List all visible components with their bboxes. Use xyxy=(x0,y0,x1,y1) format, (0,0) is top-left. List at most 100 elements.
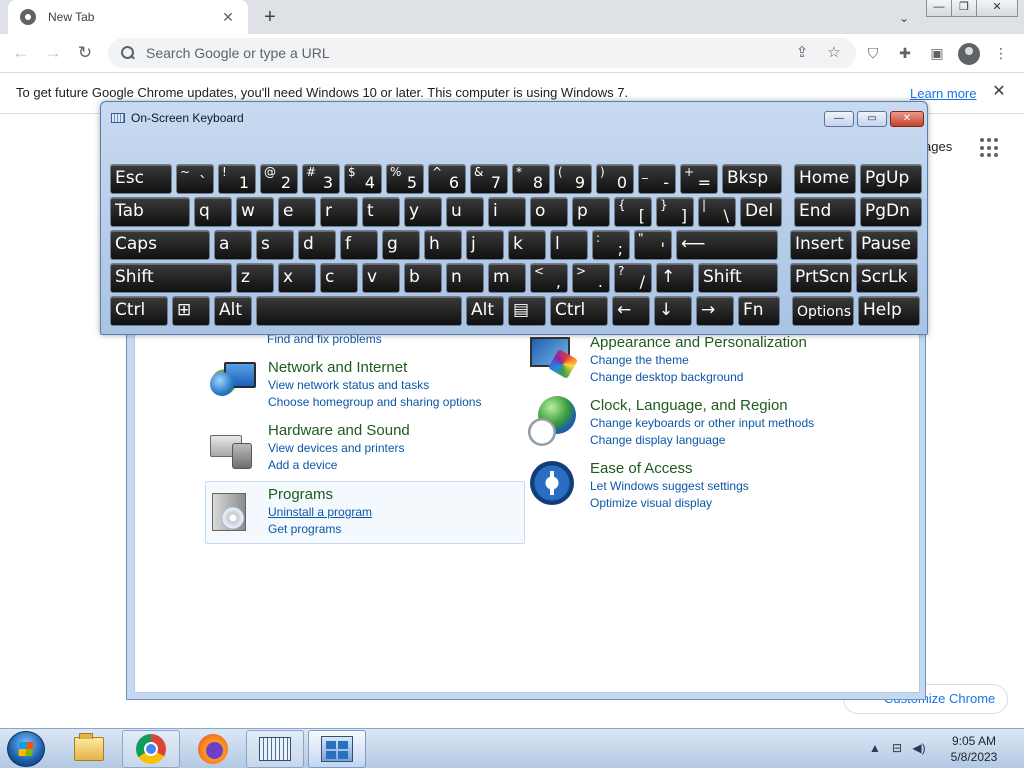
infobar-close-icon[interactable]: ✕ xyxy=(990,83,1008,101)
key-rctrl[interactable]: Ctrl xyxy=(550,296,608,326)
category-title[interactable]: Hardware and Sound xyxy=(268,421,410,440)
key-2[interactable]: @2 xyxy=(260,164,298,194)
omnibox-placeholder[interactable]: Search Google or type a URL xyxy=(146,45,856,61)
network-globe-icon[interactable] xyxy=(206,358,258,410)
key-1[interactable]: ! 1 xyxy=(218,164,256,194)
side-panel-icon[interactable]: ▣ xyxy=(926,42,948,64)
images-link[interactable]: ages xyxy=(924,139,952,154)
category-link[interactable]: Change the theme xyxy=(590,352,807,369)
category-link[interactable]: Optimize visual display xyxy=(590,495,749,512)
key-backtick[interactable]: ~ ` xyxy=(176,164,214,194)
category-link[interactable]: Add a device xyxy=(268,457,410,474)
key-m[interactable]: m xyxy=(488,263,526,293)
key-scrlk[interactable]: ScrLk xyxy=(856,263,918,293)
key-5[interactable]: % 5 xyxy=(386,164,424,194)
category-link[interactable]: Change desktop background xyxy=(590,369,807,386)
key-6[interactable]: ^ 6 xyxy=(428,164,466,194)
key-slash[interactable]: ? / xyxy=(614,263,652,293)
key-caps[interactable]: Caps xyxy=(110,230,210,260)
key-j[interactable]: j xyxy=(466,230,504,260)
key-options[interactable]: Options xyxy=(792,296,854,326)
profile-avatar-icon[interactable] xyxy=(958,43,980,65)
category-title[interactable]: Programs xyxy=(268,485,372,504)
key-v[interactable]: v xyxy=(362,263,400,293)
key-z[interactable]: z xyxy=(236,263,274,293)
tab-new-tab[interactable]: New Tab ✕ xyxy=(8,0,248,34)
minimize-button[interactable]: — xyxy=(926,0,952,17)
close-icon[interactable]: ✕ xyxy=(220,9,236,25)
extensions-puzzle-icon[interactable]: ✚ xyxy=(894,42,916,64)
category-title[interactable]: Appearance and Personalization xyxy=(590,333,807,352)
key-g[interactable]: g xyxy=(382,230,420,260)
tab-search-button[interactable]: ⌄ xyxy=(894,8,914,28)
osk-minimize-button[interactable]: — xyxy=(824,111,854,127)
programs-disc-icon[interactable] xyxy=(206,485,258,537)
key-fn[interactable]: Fn xyxy=(738,296,780,326)
appearance-palette-icon[interactable] xyxy=(528,333,580,385)
key-esc[interactable]: Esc xyxy=(110,164,172,194)
volume-icon[interactable]: ◀) xyxy=(910,739,928,757)
category-title[interactable]: Network and Internet xyxy=(268,358,481,377)
key-p[interactable]: p xyxy=(572,197,610,227)
bookmark-star-icon[interactable]: ☆ xyxy=(822,38,846,68)
category-link[interactable]: Change keyboards or other input methods xyxy=(590,415,814,432)
key-comma[interactable]: <, xyxy=(530,263,568,293)
key-i[interactable]: i xyxy=(488,197,526,227)
network-icon[interactable]: ⊟ xyxy=(888,739,906,757)
uninstall-program-link[interactable]: Uninstall a program xyxy=(268,504,372,521)
apps-grid-icon[interactable] xyxy=(980,138,1000,158)
key-rbracket[interactable]: }] xyxy=(656,197,694,227)
category-link[interactable]: Choose homegroup and sharing options xyxy=(268,394,481,411)
key-help[interactable]: Help xyxy=(858,296,920,326)
key-9[interactable]: (9 xyxy=(554,164,592,194)
close-window-button[interactable]: ✕ xyxy=(976,0,1018,17)
key-y[interactable]: y xyxy=(404,197,442,227)
key-backspace[interactable]: Bksp xyxy=(722,164,782,194)
key-right[interactable]: → xyxy=(696,296,734,326)
key-enter[interactable]: ⟵ xyxy=(676,230,778,260)
start-button[interactable] xyxy=(7,731,45,767)
taskbar-on-screen-keyboard[interactable] xyxy=(246,730,304,768)
key-x[interactable]: x xyxy=(278,263,316,293)
key-semicolon[interactable]: :; xyxy=(592,230,630,260)
key-e[interactable]: e xyxy=(278,197,316,227)
key-b[interactable]: b xyxy=(404,263,442,293)
taskbar-explorer[interactable] xyxy=(60,730,118,768)
key-s[interactable]: s xyxy=(256,230,294,260)
menu-kebab-icon[interactable]: ⋮ xyxy=(990,42,1012,64)
forward-button[interactable]: → xyxy=(40,40,66,66)
key-u[interactable]: u xyxy=(446,197,484,227)
key-0[interactable]: ) 0 xyxy=(596,164,634,194)
taskbar-control-panel[interactable] xyxy=(308,730,366,768)
key-del[interactable]: Del xyxy=(740,197,782,227)
key-f[interactable]: f xyxy=(340,230,378,260)
key-backslash[interactable]: | \ xyxy=(698,197,736,227)
category-title[interactable]: Clock, Language, and Region xyxy=(590,396,814,415)
key-pgup[interactable]: PgUp xyxy=(860,164,922,194)
category-title[interactable]: Ease of Access xyxy=(590,459,749,478)
key-pgdn[interactable]: PgDn xyxy=(860,197,922,227)
key-lshift[interactable]: Shift xyxy=(110,263,232,293)
category-link[interactable]: Change display language xyxy=(590,432,814,449)
key-up[interactable]: ↑ xyxy=(656,263,694,293)
get-programs-link[interactable]: Get programs xyxy=(268,521,372,538)
key-prtscn[interactable]: PrtScn xyxy=(790,263,852,293)
osk-restore-button[interactable]: ▭ xyxy=(857,111,887,127)
share-icon[interactable]: ⇪ xyxy=(790,38,814,68)
key-3[interactable]: #3 xyxy=(302,164,340,194)
shield-extension-icon[interactable]: ⛉ xyxy=(862,42,884,64)
key-7[interactable]: & 7 xyxy=(470,164,508,194)
key-end[interactable]: End xyxy=(794,197,856,227)
key-l[interactable]: l xyxy=(550,230,588,260)
key-period[interactable]: >. xyxy=(572,263,610,293)
key-8[interactable]: * 8 xyxy=(512,164,550,194)
tray-chevron-icon[interactable]: ▲ xyxy=(866,739,884,757)
taskbar-chrome[interactable] xyxy=(122,730,180,768)
clock-globe-icon[interactable] xyxy=(528,396,580,448)
key-r[interactable]: r xyxy=(320,197,358,227)
ease-of-access-icon[interactable] xyxy=(528,459,580,511)
key-ralt[interactable]: Alt xyxy=(466,296,504,326)
key-down[interactable]: ↓ xyxy=(654,296,692,326)
key-lctrl[interactable]: Ctrl xyxy=(110,296,168,326)
key-d[interactable]: d xyxy=(298,230,336,260)
